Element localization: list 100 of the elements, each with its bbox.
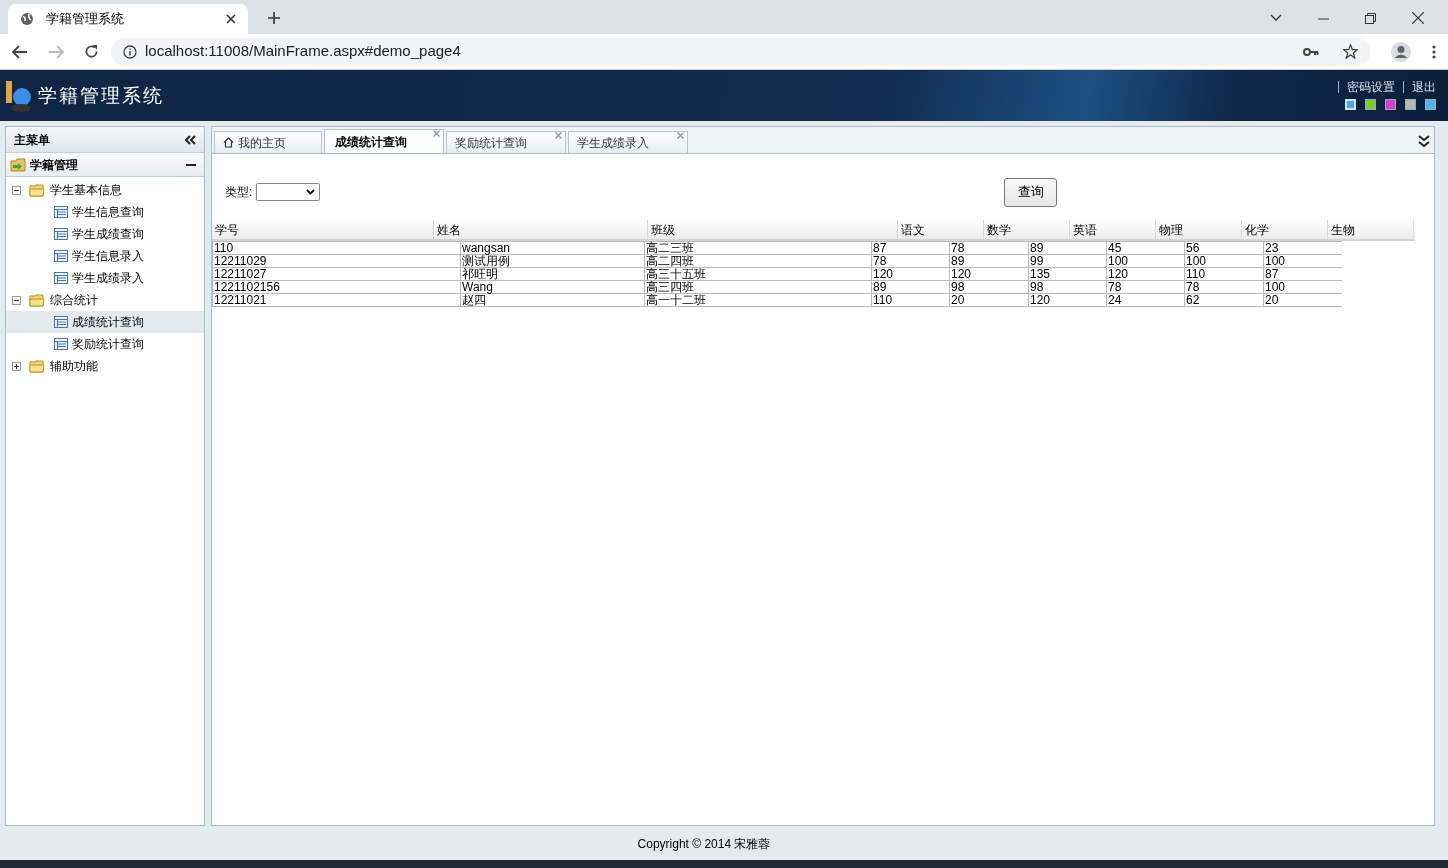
column-header[interactable]: 姓名 (434, 220, 648, 239)
menu-section-header[interactable]: 学籍管理 (6, 153, 204, 177)
table-icon (54, 338, 68, 350)
tab[interactable]: 我的主页 (214, 131, 322, 153)
back-icon[interactable] (12, 44, 28, 59)
collapse-toggle-icon[interactable] (12, 185, 21, 195)
table-icon (54, 250, 68, 262)
column-header[interactable]: 化学 (1242, 220, 1328, 239)
tab[interactable]: 奖励统计查询 (446, 131, 566, 153)
theme-swatch[interactable] (1385, 99, 1396, 110)
table-icon (54, 272, 68, 284)
theme-swatch[interactable] (1365, 99, 1376, 110)
tab[interactable]: 成绩统计查询 (324, 129, 444, 153)
caret-icon (306, 189, 316, 195)
table-cell: 135 (1028, 268, 1106, 280)
chevron-down-icon[interactable] (1270, 14, 1282, 22)
table-cell: 78 (1184, 281, 1263, 293)
table-cell: 87 (1263, 268, 1342, 280)
table-cell: 110 (1184, 268, 1263, 280)
table-cell: 62 (1184, 294, 1263, 306)
address-bar[interactable]: localhost:11008/MainFrame.aspx#demo_page4 (111, 37, 1370, 66)
tree-item[interactable]: 奖励统计查询 (6, 333, 204, 355)
copyright-text: Copyright © 2014 宋雅蓉 (637, 836, 772, 853)
type-select[interactable] (256, 183, 321, 201)
tab-close-icon[interactable] (555, 132, 562, 139)
column-header[interactable]: 班级 (648, 220, 898, 239)
new-tab-icon[interactable] (268, 12, 280, 24)
query-button[interactable]: 查询 (1004, 177, 1058, 207)
table-cell: 1221102156 (212, 281, 460, 293)
table-icon (54, 228, 68, 240)
tree-item[interactable]: 成绩统计查询 (6, 311, 204, 333)
close-icon[interactable] (226, 14, 236, 24)
table-cell: 100 (1184, 255, 1263, 267)
tree-item[interactable]: 学生信息录入 (6, 245, 204, 267)
restore-icon[interactable] (1365, 13, 1376, 24)
table-cell: 78 (871, 255, 949, 267)
table-cell: 45 (1106, 242, 1184, 254)
collapse-icon[interactable] (184, 134, 196, 145)
app-title: 学籍管理系统 (38, 83, 164, 109)
table-cell: 100 (1263, 281, 1342, 293)
column-header[interactable]: 学号 (212, 220, 434, 239)
star-icon[interactable] (1343, 44, 1358, 59)
globe-icon (20, 12, 34, 26)
table-cell: 99 (1028, 255, 1106, 267)
table-cell: 24 (1106, 294, 1184, 306)
table-cell: 56 (1184, 242, 1263, 254)
filter-label: 类型: (225, 184, 253, 201)
collapse-toggle-icon[interactable] (12, 295, 21, 305)
table-cell: 78 (1106, 281, 1184, 293)
table-cell: 87 (871, 242, 949, 254)
column-header[interactable]: 英语 (1070, 220, 1156, 239)
double-chevron-down-icon[interactable] (1418, 134, 1430, 148)
reload-icon[interactable] (84, 44, 99, 59)
table-icon (54, 316, 68, 328)
tree-folder-label[interactable]: 综合统计 (50, 291, 98, 309)
table-cell: wangsan (460, 242, 644, 254)
table-cell: 高二四班 (644, 255, 871, 267)
theme-swatch[interactable] (1425, 99, 1436, 110)
column-header[interactable]: 物理 (1156, 220, 1242, 239)
table-cell: 测试用例 (460, 255, 644, 267)
minus-icon[interactable] (186, 163, 196, 166)
table-cell: 100 (1106, 255, 1184, 267)
tree-item[interactable]: 学生成绩查询 (6, 223, 204, 245)
table-cell: 89 (871, 281, 949, 293)
browser-tab-title: 学籍管理系统 (46, 10, 125, 29)
table-cell: 120 (1028, 294, 1106, 306)
close-window-icon[interactable] (1412, 12, 1424, 24)
table-cell: 12211029 (212, 255, 460, 267)
table-cell: 120 (871, 268, 949, 280)
folder-icon (29, 183, 45, 197)
browser-tab[interactable]: 学籍管理系统 (8, 4, 248, 34)
header-link[interactable]: 退出 (1403, 81, 1436, 93)
tab-close-icon[interactable] (677, 132, 684, 139)
tree-folder-label[interactable]: 辅助功能 (50, 357, 98, 375)
expand-toggle-icon[interactable] (12, 361, 21, 371)
column-header[interactable]: 数学 (984, 220, 1070, 239)
table-cell: Wang (460, 281, 644, 293)
table-cell: 12211027 (212, 268, 460, 280)
header-link[interactable]: 密码设置 (1338, 81, 1395, 93)
column-header[interactable]: 生物 (1328, 220, 1414, 239)
key-icon[interactable] (1303, 46, 1319, 57)
tree-item[interactable]: 学生成绩录入 (6, 267, 204, 289)
tab[interactable]: 学生成绩录入 (568, 131, 688, 153)
sidebar-title: 主菜单 (14, 131, 50, 149)
theme-swatch[interactable] (1405, 99, 1416, 110)
profile-icon[interactable] (1390, 40, 1412, 63)
table-cell: 20 (1263, 294, 1342, 306)
table-cell: 89 (949, 255, 1028, 267)
tab-close-icon[interactable] (433, 130, 440, 137)
table-cell: 12211021 (212, 294, 460, 306)
table-cell: 高二三班 (644, 242, 871, 254)
column-header[interactable]: 语文 (898, 220, 984, 239)
tree-folder-label[interactable]: 学生基本信息 (50, 181, 122, 199)
more-icon[interactable] (1432, 44, 1436, 59)
tree-item[interactable]: 学生信息查询 (6, 201, 204, 223)
table-cell: 赵四 (460, 294, 644, 306)
table-cell: 高三十五班 (644, 268, 871, 280)
table-cell: 98 (1028, 281, 1106, 293)
table-cell: 120 (1106, 268, 1184, 280)
table-cell: 100 (1263, 255, 1342, 267)
